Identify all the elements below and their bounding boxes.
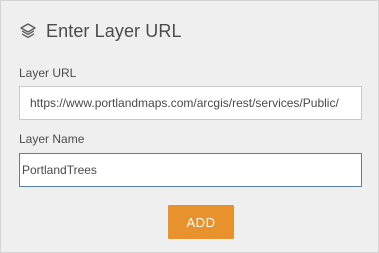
panel-header: Enter Layer URL (19, 19, 182, 43)
layers-icon (19, 22, 37, 40)
enter-layer-url-panel: Enter Layer URL Layer URL Layer Name ADD (0, 0, 379, 253)
layer-url-label: Layer URL (19, 66, 77, 80)
layer-url-input[interactable] (19, 86, 362, 120)
panel-title: Enter Layer URL (46, 20, 182, 41)
layer-name-label: Layer Name (19, 132, 85, 146)
add-button[interactable]: ADD (168, 205, 234, 239)
layer-name-input[interactable] (19, 153, 362, 187)
